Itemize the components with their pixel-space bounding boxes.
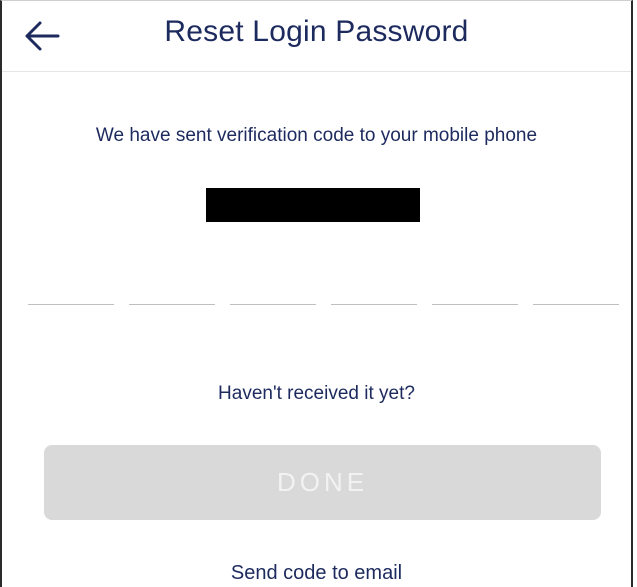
code-digit-slot-4[interactable] [331,304,417,305]
code-digit-slot-6[interactable] [533,304,619,305]
code-digit-slot-3[interactable] [230,304,316,305]
code-digit-slot-5[interactable] [432,304,518,305]
verification-info-text: We have sent verification code to your m… [95,125,538,146]
send-code-to-email-link[interactable]: Send code to email [2,562,631,585]
page-title: Reset Login Password [164,15,469,48]
app-header: Reset Login Password [2,1,631,72]
verification-code-input[interactable] [28,304,620,306]
screen: Reset Login Password We have sent verifi… [0,0,633,587]
done-button[interactable]: DONE [44,445,601,520]
code-digit-slot-1[interactable] [28,304,114,305]
resend-code-link[interactable]: Haven't received it yet? [2,383,631,405]
code-digit-slot-2[interactable] [129,304,215,305]
redacted-phone-number [206,188,420,222]
